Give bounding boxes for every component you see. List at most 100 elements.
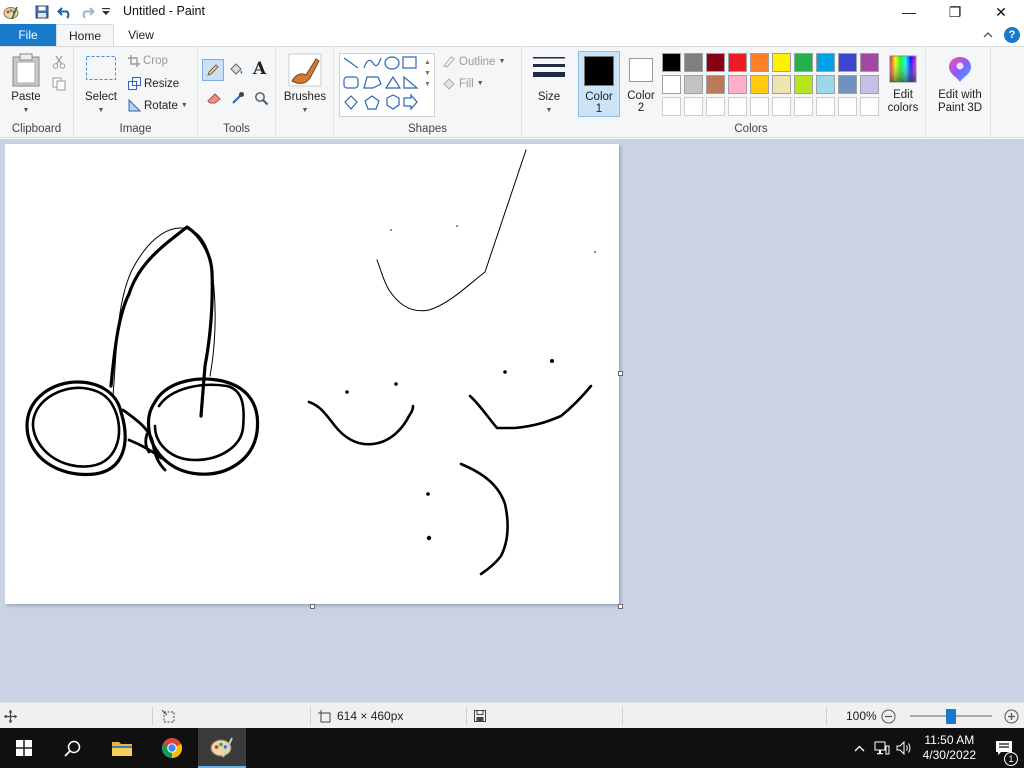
show-hidden-icons-button[interactable]: [849, 745, 871, 752]
copy-icon[interactable]: [52, 77, 66, 94]
text-tool-icon[interactable]: A: [253, 59, 266, 79]
clock-date: 4/30/2022: [922, 748, 976, 762]
thin-stroke-outline: [112, 227, 216, 397]
custom-color-slot[interactable]: [794, 97, 813, 116]
palette-swatch[interactable]: [772, 53, 791, 72]
collapse-ribbon-icon[interactable]: [980, 32, 996, 38]
custom-color-slot[interactable]: [860, 97, 879, 116]
notification-center-button[interactable]: 1: [984, 740, 1024, 766]
palette-swatch[interactable]: [684, 75, 703, 94]
paste-button[interactable]: Paste ▼: [6, 53, 46, 117]
resize-handle-corner[interactable]: [618, 604, 623, 609]
palette-swatch[interactable]: [750, 75, 769, 94]
custom-color-slot[interactable]: [750, 97, 769, 116]
color-picker-icon[interactable]: [231, 91, 245, 108]
paint-taskbar-button[interactable]: [198, 728, 246, 768]
brushes-button[interactable]: Brushes ▼: [282, 53, 328, 117]
left-circle-outer: [25, 380, 127, 477]
select-button[interactable]: Select ▼: [82, 55, 120, 117]
palette-swatch[interactable]: [684, 53, 703, 72]
cut-icon[interactable]: [52, 55, 66, 72]
custom-color-slot[interactable]: [706, 97, 725, 116]
save-icon[interactable]: [30, 0, 54, 24]
pencil-icon[interactable]: [202, 59, 224, 81]
custom-color-slot[interactable]: [662, 97, 681, 116]
search-button[interactable]: [48, 728, 96, 768]
canvas-size-indicator: 614 × 460px: [318, 703, 403, 729]
network-icon[interactable]: [871, 741, 893, 755]
redo-icon[interactable]: [76, 0, 98, 24]
tab-home[interactable]: Home: [56, 24, 114, 46]
rotate-button[interactable]: Rotate ▼: [128, 99, 188, 112]
palette-swatch[interactable]: [728, 53, 747, 72]
palette-swatch[interactable]: [706, 53, 725, 72]
palette-swatch[interactable]: [860, 53, 879, 72]
zoom-slider[interactable]: [910, 709, 992, 724]
shapes-scroll[interactable]: ▲ ▼ ▼: [424, 57, 431, 90]
chevron-down-icon: ▼: [301, 107, 309, 114]
zoom-in-button[interactable]: [1004, 703, 1019, 729]
paint-app-icon[interactable]: [2, 0, 20, 24]
cursor-position-icon: [4, 703, 17, 729]
edit-with-paint3d-button[interactable]: Edit with Paint 3D: [934, 55, 986, 115]
custom-color-slot[interactable]: [816, 97, 835, 116]
crop-button[interactable]: Crop: [128, 55, 168, 67]
resize-icon: [128, 77, 141, 90]
fill-button[interactable]: Fill ▼: [442, 77, 484, 90]
palette-swatch[interactable]: [662, 75, 681, 94]
triangle-shape-icon: [384, 75, 402, 89]
custom-color-slot[interactable]: [772, 97, 791, 116]
palette-swatch[interactable]: [860, 75, 879, 94]
resize-handle-right[interactable]: [618, 371, 623, 376]
start-button[interactable]: [0, 728, 48, 768]
tab-file[interactable]: File: [0, 24, 56, 46]
file-explorer-taskbar-button[interactable]: [98, 728, 146, 768]
outline-label: Outline: [459, 55, 496, 68]
volume-icon[interactable]: [893, 741, 915, 755]
minimize-button[interactable]: —: [886, 0, 932, 24]
outline-button[interactable]: Outline ▼: [442, 55, 505, 68]
palette-swatch[interactable]: [662, 53, 681, 72]
rotate-label: Rotate: [144, 99, 178, 112]
clock[interactable]: 11:50 AM 4/30/2022: [923, 733, 976, 763]
thick-stroke-tall-shape: [109, 225, 214, 418]
palette-swatch[interactable]: [772, 75, 791, 94]
palette-swatch[interactable]: [794, 53, 813, 72]
resize-handle-bottom[interactable]: [310, 604, 315, 609]
colors-group-label: Colors: [734, 123, 768, 135]
undo-icon[interactable]: [54, 0, 76, 24]
clock-time: 11:50 AM: [924, 733, 975, 747]
zoom-out-icon: [881, 709, 896, 723]
close-button[interactable]: ✕: [978, 0, 1024, 24]
palette-swatch[interactable]: [816, 75, 835, 94]
size-button[interactable]: Size ▼: [528, 55, 570, 117]
palette-swatch[interactable]: [838, 53, 857, 72]
dot: [456, 225, 458, 227]
custom-color-slot[interactable]: [838, 97, 857, 116]
zoom-out-button[interactable]: [881, 703, 896, 729]
palette-swatch[interactable]: [706, 75, 725, 94]
maximize-button[interactable]: ❐: [932, 0, 978, 24]
customize-quick-access-icon[interactable]: [98, 0, 114, 24]
chrome-taskbar-button[interactable]: [148, 728, 196, 768]
resize-button[interactable]: Resize: [128, 77, 179, 90]
palette-swatch[interactable]: [728, 75, 747, 94]
tab-view[interactable]: View: [114, 24, 168, 46]
magnifier-icon[interactable]: [254, 91, 269, 109]
palette-swatch[interactable]: [838, 75, 857, 94]
drawing-canvas[interactable]: [5, 144, 619, 604]
palette-swatch[interactable]: [816, 53, 835, 72]
color1-button[interactable]: Color 1: [578, 51, 620, 117]
taskbar: 11:50 AM 4/30/2022 1: [0, 728, 1024, 768]
custom-color-slot[interactable]: [684, 97, 703, 116]
palette-swatch[interactable]: [750, 53, 769, 72]
custom-color-slot[interactable]: [728, 97, 747, 116]
help-button[interactable]: ?: [1004, 27, 1020, 43]
eraser-icon[interactable]: [206, 91, 222, 108]
edit-colors-button[interactable]: Edit colors: [882, 55, 924, 115]
fill-bucket-icon[interactable]: [228, 61, 244, 80]
color2-button[interactable]: Color 2: [622, 51, 660, 117]
palette-swatch[interactable]: [794, 75, 813, 94]
zoom-slider-thumb[interactable]: [946, 709, 956, 724]
canvas-workspace[interactable]: [0, 139, 1024, 702]
